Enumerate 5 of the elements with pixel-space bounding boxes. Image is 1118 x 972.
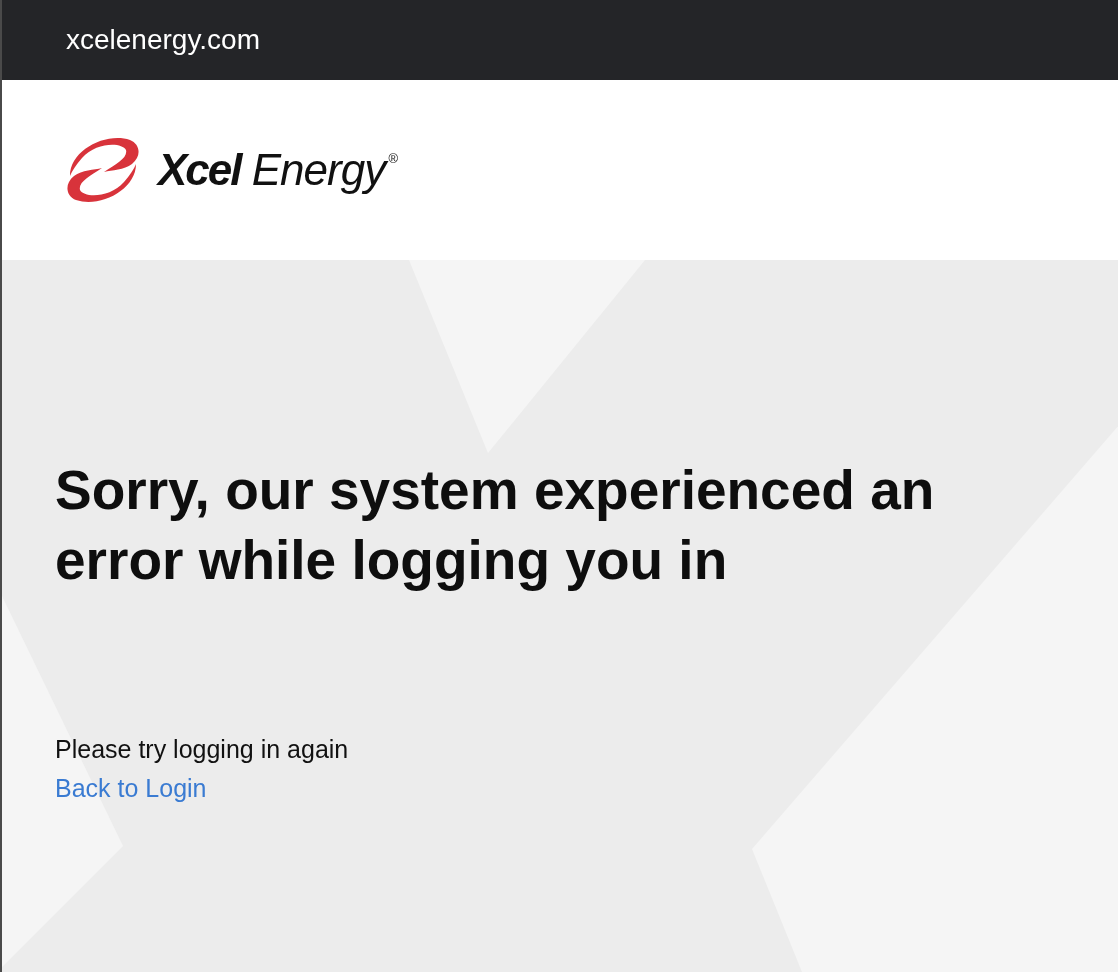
error-message: Please try logging in again (55, 734, 349, 765)
site-url: xcelenergy.com (66, 26, 260, 54)
error-heading: Sorry, our system experienced an error while logging you in (55, 458, 936, 593)
logo-wordmark: Xcel Energy$^{®}$ (158, 148, 398, 192)
back-to-login-link[interactable]: Back to Login (55, 769, 207, 808)
